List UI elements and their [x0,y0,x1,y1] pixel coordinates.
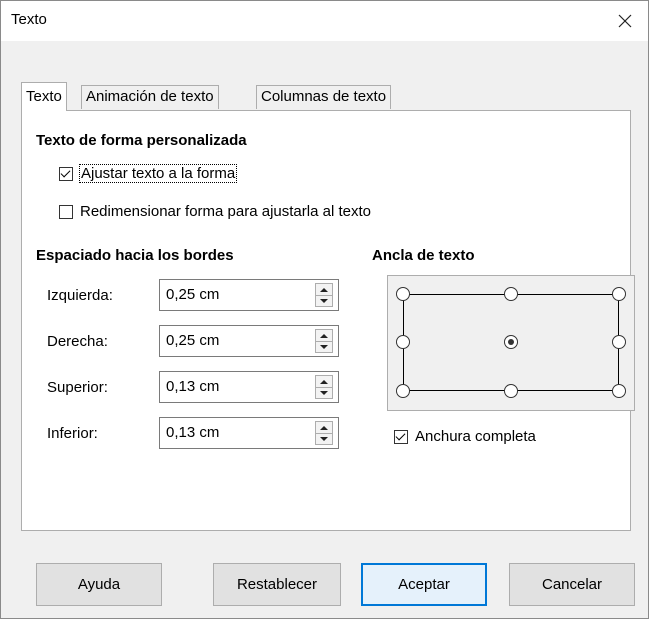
anchor-bottom-left[interactable] [396,384,410,398]
section-heading-spacing: Espaciado hacia los bordes [36,247,234,264]
spin-down-button[interactable] [316,433,332,444]
arrow-up-icon [320,333,328,338]
anchor-center[interactable] [504,335,518,349]
left-spacing-label: Izquierda: [47,287,113,304]
right-spacing-label: Derecha: [47,333,108,350]
anchor-bottom-right[interactable] [612,384,626,398]
cancel-button-label: Cancelar [541,576,603,593]
full-width-label: Anchura completa [415,428,536,445]
resize-shape-checkbox-row[interactable]: Redimensionar forma para ajustarla al te… [59,203,371,220]
fit-text-checkbox[interactable] [59,166,73,181]
tab-texto[interactable]: Texto [21,82,67,111]
title-bar: Texto [1,1,648,41]
fit-text-label: Ajustar texto a la forma [78,164,238,183]
text-dialog: Texto Texto Animación de texto Columnas … [0,0,649,619]
window-title: Texto [11,11,47,28]
anchor-top-left[interactable] [396,287,410,301]
ok-button-label: Aceptar [398,576,450,593]
bottom-spacing-spinbox[interactable]: 0,13 cm [159,417,339,449]
close-icon [618,14,632,28]
ok-button[interactable]: Aceptar [361,563,487,606]
tab-label: Animación de texto [86,88,214,105]
spin-buttons [315,283,333,307]
help-button[interactable]: Ayuda [36,563,162,606]
resize-shape-label: Redimensionar forma para ajustarla al te… [80,203,371,220]
reset-button-label: Restablecer [236,576,318,593]
arrow-up-icon [320,425,328,430]
section-heading-custom-shape: Texto de forma personalizada [36,132,247,149]
tab-label: Texto [26,88,62,105]
top-spacing-spinbox[interactable]: 0,13 cm [159,371,339,403]
arrow-down-icon [320,390,328,395]
anchor-middle-left[interactable] [396,335,410,349]
spin-buttons [315,329,333,353]
fit-text-checkbox-row[interactable]: Ajustar texto a la forma [59,164,238,183]
bottom-spacing-label: Inferior: [47,425,98,442]
arrow-down-icon [320,436,328,441]
cancel-button[interactable]: Cancelar [509,563,635,606]
spin-buttons [315,421,333,445]
spin-down-button[interactable] [316,387,332,398]
left-spacing-value[interactable]: 0,25 cm [166,286,219,303]
full-width-checkbox-row[interactable]: Anchura completa [394,428,536,445]
anchor-middle-right[interactable] [612,335,626,349]
anchor-bottom-center[interactable] [504,384,518,398]
top-spacing-label: Superior: [47,379,108,396]
spin-down-button[interactable] [316,341,332,352]
right-spacing-value[interactable]: 0,25 cm [166,332,219,349]
arrow-up-icon [320,379,328,384]
spin-buttons [315,375,333,399]
spin-down-button[interactable] [316,295,332,306]
bottom-spacing-value[interactable]: 0,13 cm [166,424,219,441]
resize-shape-checkbox[interactable] [59,204,73,219]
top-spacing-value[interactable]: 0,13 cm [166,378,219,395]
section-heading-anchor: Ancla de texto [372,247,475,264]
arrow-down-icon [320,298,328,303]
close-button[interactable] [602,1,648,41]
right-spacing-spinbox[interactable]: 0,25 cm [159,325,339,357]
full-width-checkbox[interactable] [394,429,408,444]
tab-animacion-de-texto[interactable]: Animación de texto [81,85,219,109]
tab-label: Columnas de texto [261,88,387,105]
arrow-up-icon [320,287,328,292]
left-spacing-spinbox[interactable]: 0,25 cm [159,279,339,311]
help-button-label: Ayuda [77,576,121,593]
reset-button[interactable]: Restablecer [213,563,341,606]
arrow-down-icon [320,344,328,349]
anchor-top-right[interactable] [612,287,626,301]
tab-columnas-de-texto[interactable]: Columnas de texto [256,85,392,109]
anchor-top-center[interactable] [504,287,518,301]
